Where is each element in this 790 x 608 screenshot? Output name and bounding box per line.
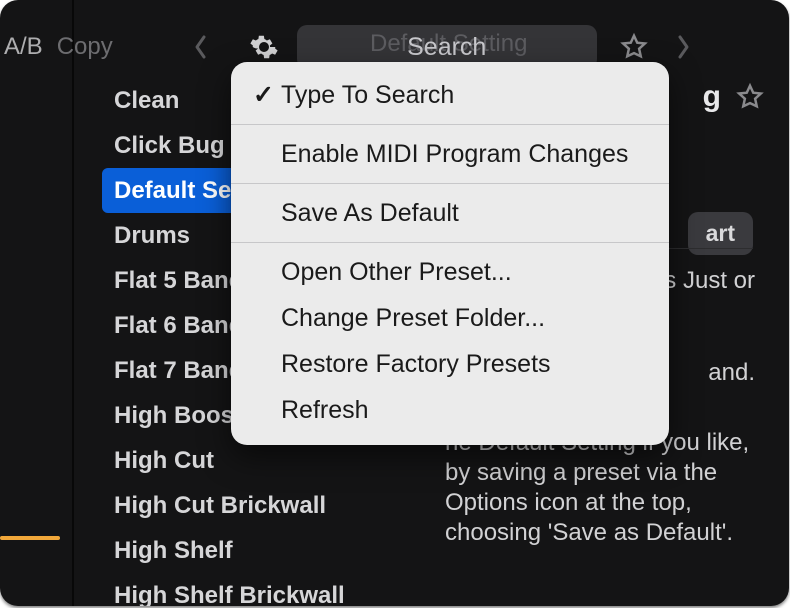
menu-item[interactable]: Change Preset Folder... — [231, 295, 669, 341]
gear-icon[interactable] — [249, 32, 279, 62]
detail-title: g — [703, 80, 721, 114]
menu-item-label: Save As Default — [253, 198, 459, 228]
menu-item[interactable]: ✓Type To Search — [231, 72, 669, 118]
ab-toggle[interactable]: A/B — [4, 33, 43, 61]
menu-item-label: Restore Factory Presets — [253, 349, 551, 379]
menu-item[interactable]: Enable MIDI Program Changes — [231, 131, 669, 177]
star-icon[interactable] — [735, 82, 765, 112]
next-preset-button[interactable] — [675, 34, 691, 60]
menu-item[interactable]: Refresh — [231, 387, 669, 433]
menu-item-label: Change Preset Folder... — [253, 303, 545, 333]
prev-preset-button[interactable] — [193, 34, 209, 60]
menu-item[interactable]: Save As Default — [231, 190, 669, 236]
copy-button[interactable]: Copy — [57, 33, 113, 61]
preset-item[interactable]: High Cut Brickwall — [102, 483, 439, 528]
app-frame: Default Setting A/B Copy Search CleanCli… — [0, 0, 789, 606]
menu-separator — [231, 242, 669, 243]
favorite-toggle[interactable] — [619, 32, 649, 62]
menu-item-label: Enable MIDI Program Changes — [253, 139, 628, 169]
options-menu: ✓Type To Search Enable MIDI Program Chang… — [231, 62, 669, 445]
search-placeholder: Search — [407, 33, 486, 62]
vertical-divider — [72, 0, 74, 606]
check-icon: ✓ — [253, 80, 281, 110]
menu-item-label: Refresh — [253, 395, 369, 425]
menu-separator — [231, 183, 669, 184]
preset-item[interactable]: High Shelf Brickwall — [102, 573, 439, 606]
menu-item-label: Type To Search — [281, 80, 454, 110]
detail-paragraph-2: he he Default Setting if you like, by sa… — [445, 428, 755, 548]
accent-marker — [0, 536, 60, 540]
menu-item[interactable]: Open Other Preset... — [231, 249, 669, 295]
menu-item-label: Open Other Preset... — [253, 257, 512, 287]
menu-separator — [231, 124, 669, 125]
menu-item[interactable]: Restore Factory Presets — [231, 341, 669, 387]
preset-item[interactable]: High Shelf — [102, 528, 439, 573]
